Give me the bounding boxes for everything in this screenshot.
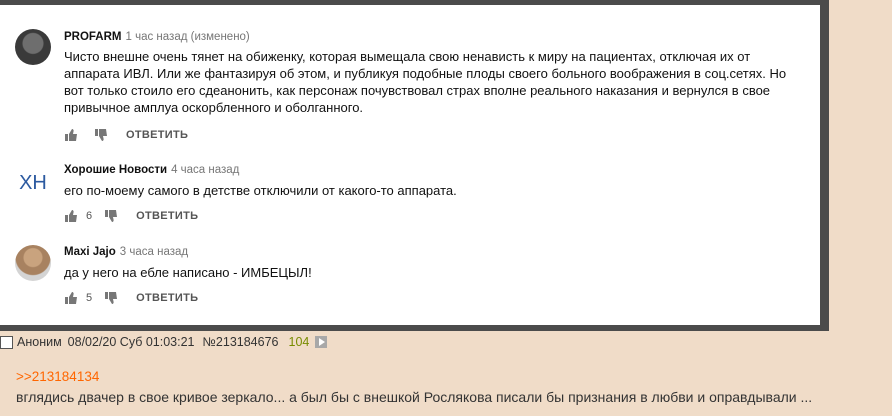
comment-time[interactable]: 3 часа назад [120, 246, 188, 258]
comment-actions: 6 ОТВЕТИТЬ [64, 207, 198, 225]
comment-header: Maxi Jajo 3 часа назад [64, 246, 188, 258]
reply-button[interactable]: ОТВЕТИТЬ [126, 129, 188, 141]
like-count: 5 [86, 292, 93, 304]
youtube-comments-panel: PROFARM 1 час назад (изменено) Чисто внеш… [0, 5, 820, 325]
post-text: вглядись двачер в свое кривое зеркало...… [16, 389, 813, 405]
comment-header: PROFARM 1 час назад (изменено) [64, 31, 250, 43]
comment-time[interactable]: 1 час назад (изменено) [126, 31, 250, 43]
comment-author[interactable]: PROFARM [64, 31, 122, 43]
thumbs-up-icon[interactable] [64, 209, 78, 223]
comment-text: его по-моему самого в детстве отключили … [64, 183, 457, 198]
thumbs-up-icon[interactable] [64, 128, 78, 142]
post-header: Аноним 08/02/20 Суб 01:03:21 №213184676 … [0, 333, 328, 351]
thumbs-down-icon[interactable] [104, 209, 118, 223]
comment-actions: ОТВЕТИТЬ [64, 126, 188, 144]
reply-button[interactable]: ОТВЕТИТЬ [136, 210, 198, 222]
thumbs-down-icon[interactable] [94, 128, 108, 142]
comment-author[interactable]: Хорошие Новости [64, 164, 167, 176]
comment-time[interactable]: 4 часа назад [171, 164, 239, 176]
post-author: Аноним [17, 335, 62, 349]
reply-count[interactable]: 104 [289, 335, 310, 349]
thumbs-up-icon[interactable] [64, 291, 78, 305]
play-icon[interactable] [315, 336, 328, 348]
avatar[interactable] [15, 29, 51, 65]
comment-author[interactable]: Maxi Jajo [64, 246, 116, 258]
post-number[interactable]: №213184676 [203, 335, 279, 349]
comment-text: Чисто внешне очень тянет на обиженку, ко… [64, 49, 787, 115]
thumbs-down-icon[interactable] [104, 291, 118, 305]
avatar[interactable]: ХН [15, 165, 51, 201]
post-select-checkbox[interactable] [0, 335, 13, 349]
post-date: 08/02/20 Суб 01:03:21 [67, 335, 195, 349]
avatar-logo-text: ХН [19, 171, 47, 194]
like-count: 6 [86, 210, 93, 222]
reply-button[interactable]: ОТВЕТИТЬ [136, 292, 198, 304]
comment-actions: 5 ОТВЕТИТЬ [64, 289, 198, 307]
comment-text: да у него на ебле написано - ИМБЕЦЫЛ! [64, 265, 312, 280]
comment-header: Хорошие Новости 4 часа назад [64, 164, 239, 176]
quote-link[interactable]: >>213184134 [16, 369, 99, 384]
avatar[interactable] [15, 245, 51, 281]
